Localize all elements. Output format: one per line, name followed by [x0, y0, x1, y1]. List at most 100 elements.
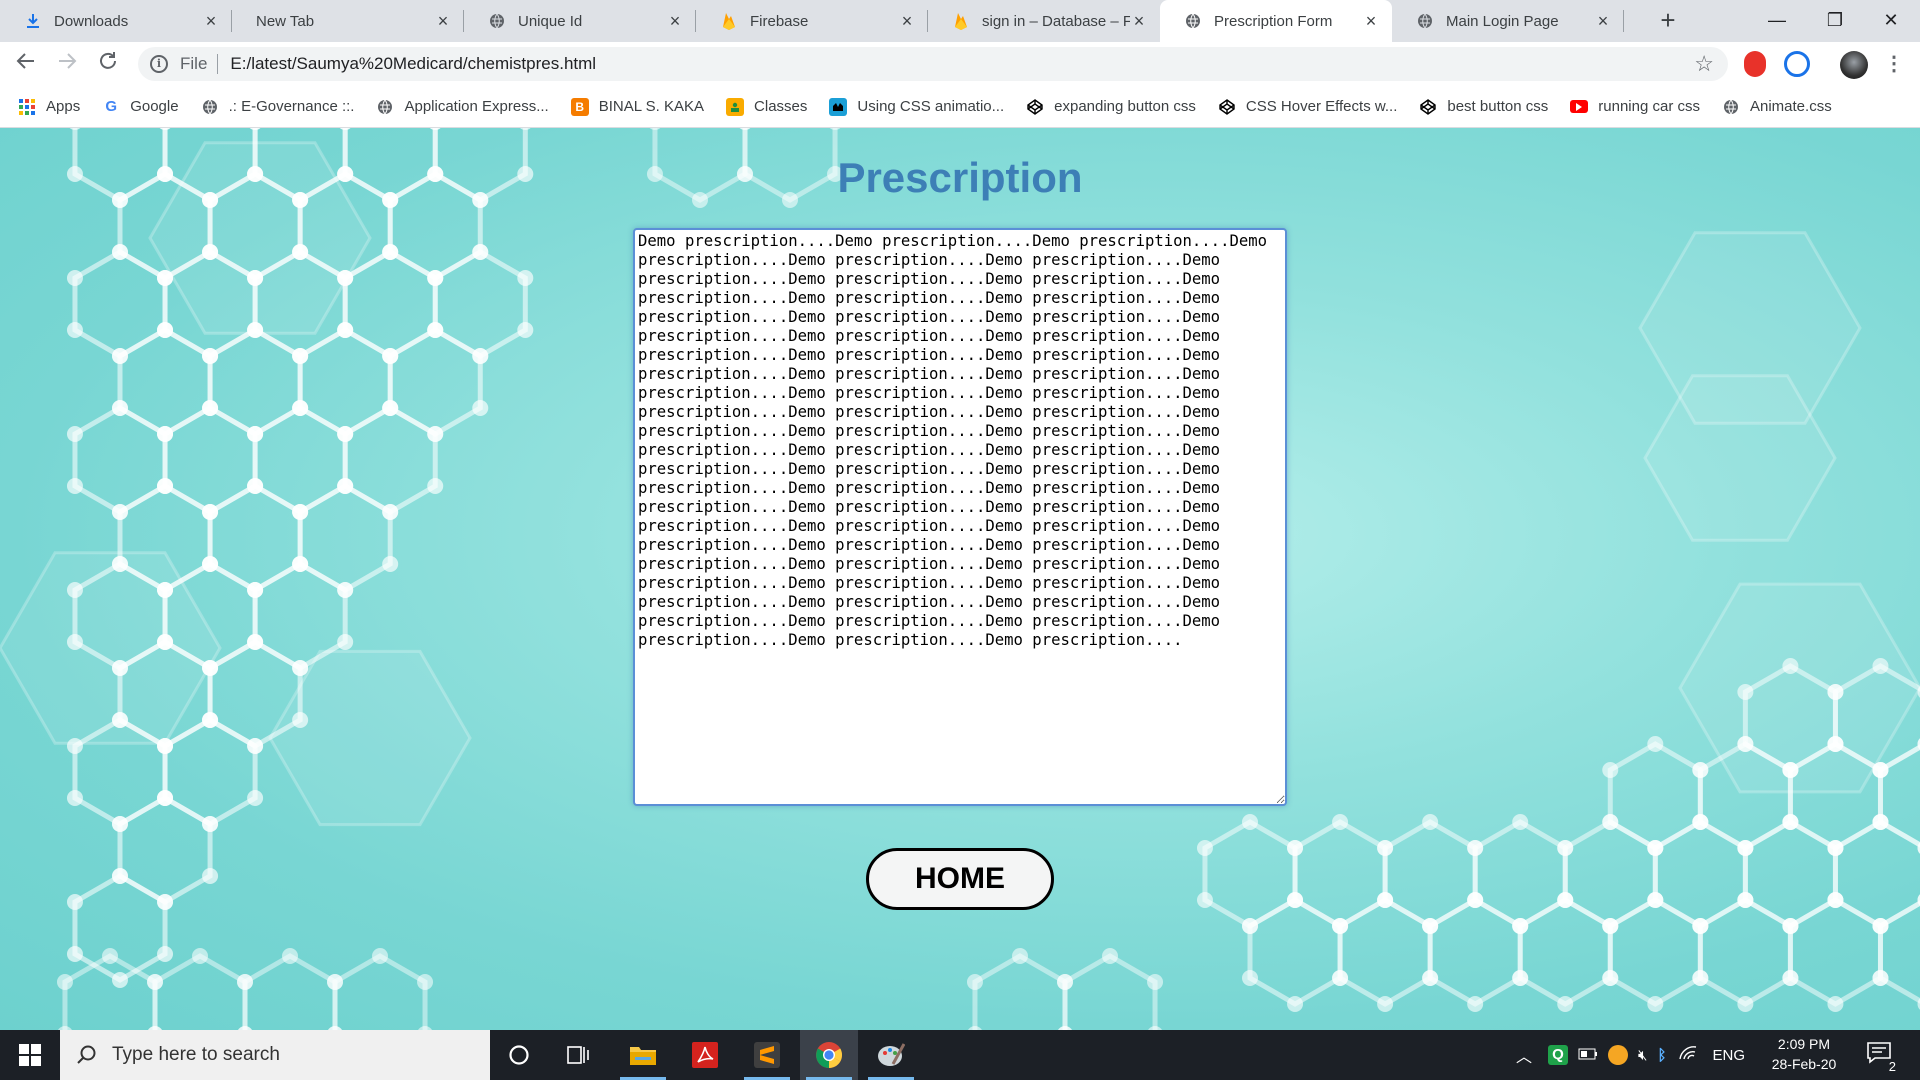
molecule-node — [1647, 892, 1664, 908]
molecule-node — [1692, 918, 1709, 934]
action-center-button[interactable]: 2 — [1866, 1040, 1898, 1074]
molecule-node — [1692, 814, 1709, 830]
acrobat-icon[interactable] — [676, 1030, 734, 1080]
molecule-node — [472, 244, 489, 260]
new-tab-button[interactable]: + — [1654, 6, 1682, 34]
tab-firebase[interactable]: Firebase × — [696, 0, 928, 42]
molecule-node — [1377, 840, 1394, 856]
tab-sign-in-database[interactable]: sign in – Database – Fir × — [928, 0, 1160, 42]
molecule-node — [292, 504, 309, 520]
bookmark-running-car-css[interactable]: running car css — [1570, 98, 1700, 115]
molecule-node — [202, 400, 219, 416]
extension-icon[interactable] — [1784, 51, 1810, 77]
address-bar[interactable]: i File E:/latest/Saumya%20Medicard/chemi… — [138, 47, 1728, 81]
close-tab-icon[interactable]: × — [666, 12, 684, 30]
molecule-node — [1196, 892, 1213, 908]
norton-icon[interactable] — [1608, 1045, 1629, 1065]
wifi-icon[interactable] — [1678, 1045, 1698, 1065]
bookmark-binal-s-kaka[interactable]: B BINAL S. KAKA — [570, 97, 704, 116]
tab-downloads[interactable]: Downloads × — [0, 0, 232, 42]
molecule-node — [202, 660, 219, 676]
paint-icon[interactable] — [862, 1030, 920, 1080]
tab-main-login-page[interactable]: Main Login Page × — [1392, 0, 1624, 42]
taskbar-clock[interactable]: 2:09 PM 28-Feb-20 — [1762, 1034, 1846, 1074]
home-button[interactable]: HOME — [866, 848, 1054, 910]
prescription-textarea[interactable]: Demo prescription....Demo prescription..… — [633, 228, 1287, 806]
molecule-node — [202, 504, 219, 520]
molecule-node — [427, 322, 444, 338]
molecule-node — [1602, 814, 1619, 830]
globe-icon — [1416, 12, 1434, 30]
close-tab-icon[interactable]: × — [202, 12, 220, 30]
molecule-node — [337, 478, 354, 494]
molecule-node — [112, 712, 128, 728]
molecule-node — [236, 974, 253, 990]
sublime-text-icon[interactable] — [738, 1030, 796, 1080]
bookmark-e-governance[interactable]: .: E-Governance ::. — [201, 98, 355, 116]
bookmark-application-express[interactable]: Application Express... — [376, 98, 549, 116]
forward-button[interactable] — [53, 50, 81, 78]
hexagon-ring — [1877, 900, 1920, 1004]
molecule-node — [112, 244, 128, 260]
windows-logo-icon — [19, 1044, 41, 1066]
molecule-node — [1602, 918, 1619, 934]
close-tab-icon[interactable]: × — [1362, 12, 1380, 30]
back-button[interactable] — [12, 50, 40, 78]
url-text[interactable]: E:/latest/Saumya%20Medicard/chemistpres.… — [230, 54, 596, 74]
molecule-node — [157, 322, 174, 338]
bookmark-label: .: E-Governance ::. — [228, 98, 355, 115]
cortana-icon[interactable] — [490, 1030, 548, 1080]
hexagon-ring — [1427, 897, 1523, 1007]
bookmark-css-animations[interactable]: Using CSS animatio... — [829, 97, 1004, 116]
bluetooth-icon[interactable]: ᛒ — [1657, 1047, 1666, 1064]
profile-avatar[interactable] — [1840, 51, 1868, 79]
opera-extension-icon[interactable] — [1744, 51, 1766, 77]
molecule-node — [1737, 996, 1754, 1012]
bookmark-google[interactable]: G Google — [102, 98, 178, 116]
restore-button[interactable]: ❐ — [1806, 0, 1864, 42]
bookmark-css-hover-effects[interactable]: CSS Hover Effects w... — [1218, 98, 1397, 116]
qlik-icon[interactable]: Q — [1548, 1045, 1569, 1065]
blogger-icon: B — [570, 97, 589, 116]
bookmark-classes[interactable]: Classes — [726, 97, 807, 116]
molecule-node — [1287, 996, 1304, 1012]
close-tab-icon[interactable]: × — [898, 12, 916, 30]
bookmark-expanding-button-css[interactable]: expanding button css — [1026, 98, 1196, 116]
bookmark-label: Apps — [46, 98, 81, 115]
search-icon — [77, 1045, 96, 1064]
molecule-node — [517, 322, 534, 338]
battery-icon[interactable] — [1578, 1047, 1598, 1064]
molecule-node — [202, 348, 219, 364]
input-language[interactable]: ENG — [1712, 1047, 1745, 1064]
close-window-button[interactable]: ✕ — [1862, 0, 1920, 42]
molecule-node — [112, 504, 128, 520]
tab-new-tab[interactable]: New Tab × — [232, 0, 464, 42]
firebase-icon — [720, 12, 738, 30]
bookmark-apps[interactable]: Apps — [18, 98, 80, 116]
bookmark-label: running car css — [1598, 98, 1700, 115]
info-icon[interactable]: i — [150, 55, 168, 73]
close-tab-icon[interactable]: × — [1594, 12, 1612, 30]
taskbar-search-box[interactable]: Type here to search — [60, 1030, 490, 1080]
chrome-icon[interactable] — [800, 1030, 858, 1080]
bookmark-animate-css[interactable]: Animate.css — [1722, 98, 1832, 116]
hexagon-ring — [242, 953, 338, 1030]
tab-prescription-form[interactable]: Prescription Form × — [1160, 0, 1392, 42]
molecule-node — [1422, 970, 1439, 986]
close-tab-icon[interactable]: × — [434, 12, 452, 30]
tab-unique-id[interactable]: Unique Id × — [464, 0, 696, 42]
task-view-icon[interactable] — [550, 1030, 608, 1080]
molecule-node — [1872, 918, 1889, 934]
reload-button[interactable] — [94, 50, 122, 78]
file-explorer-icon[interactable] — [614, 1030, 672, 1080]
bookmark-star-icon[interactable]: ☆ — [1694, 51, 1714, 77]
molecule-node — [326, 974, 343, 990]
speaker-muted-icon[interactable]: 🔇︎ — [1638, 1047, 1647, 1064]
molecule-node — [1737, 736, 1754, 752]
more-menu-icon[interactable]: ⋮ — [1880, 50, 1908, 78]
bookmark-best-button-css[interactable]: best button css — [1419, 98, 1548, 116]
minimize-button[interactable]: — — [1748, 0, 1806, 42]
close-tab-icon[interactable]: × — [1130, 12, 1148, 30]
chevron-up-icon[interactable]: ︿ — [1516, 1043, 1532, 1067]
start-button[interactable] — [0, 1030, 60, 1080]
